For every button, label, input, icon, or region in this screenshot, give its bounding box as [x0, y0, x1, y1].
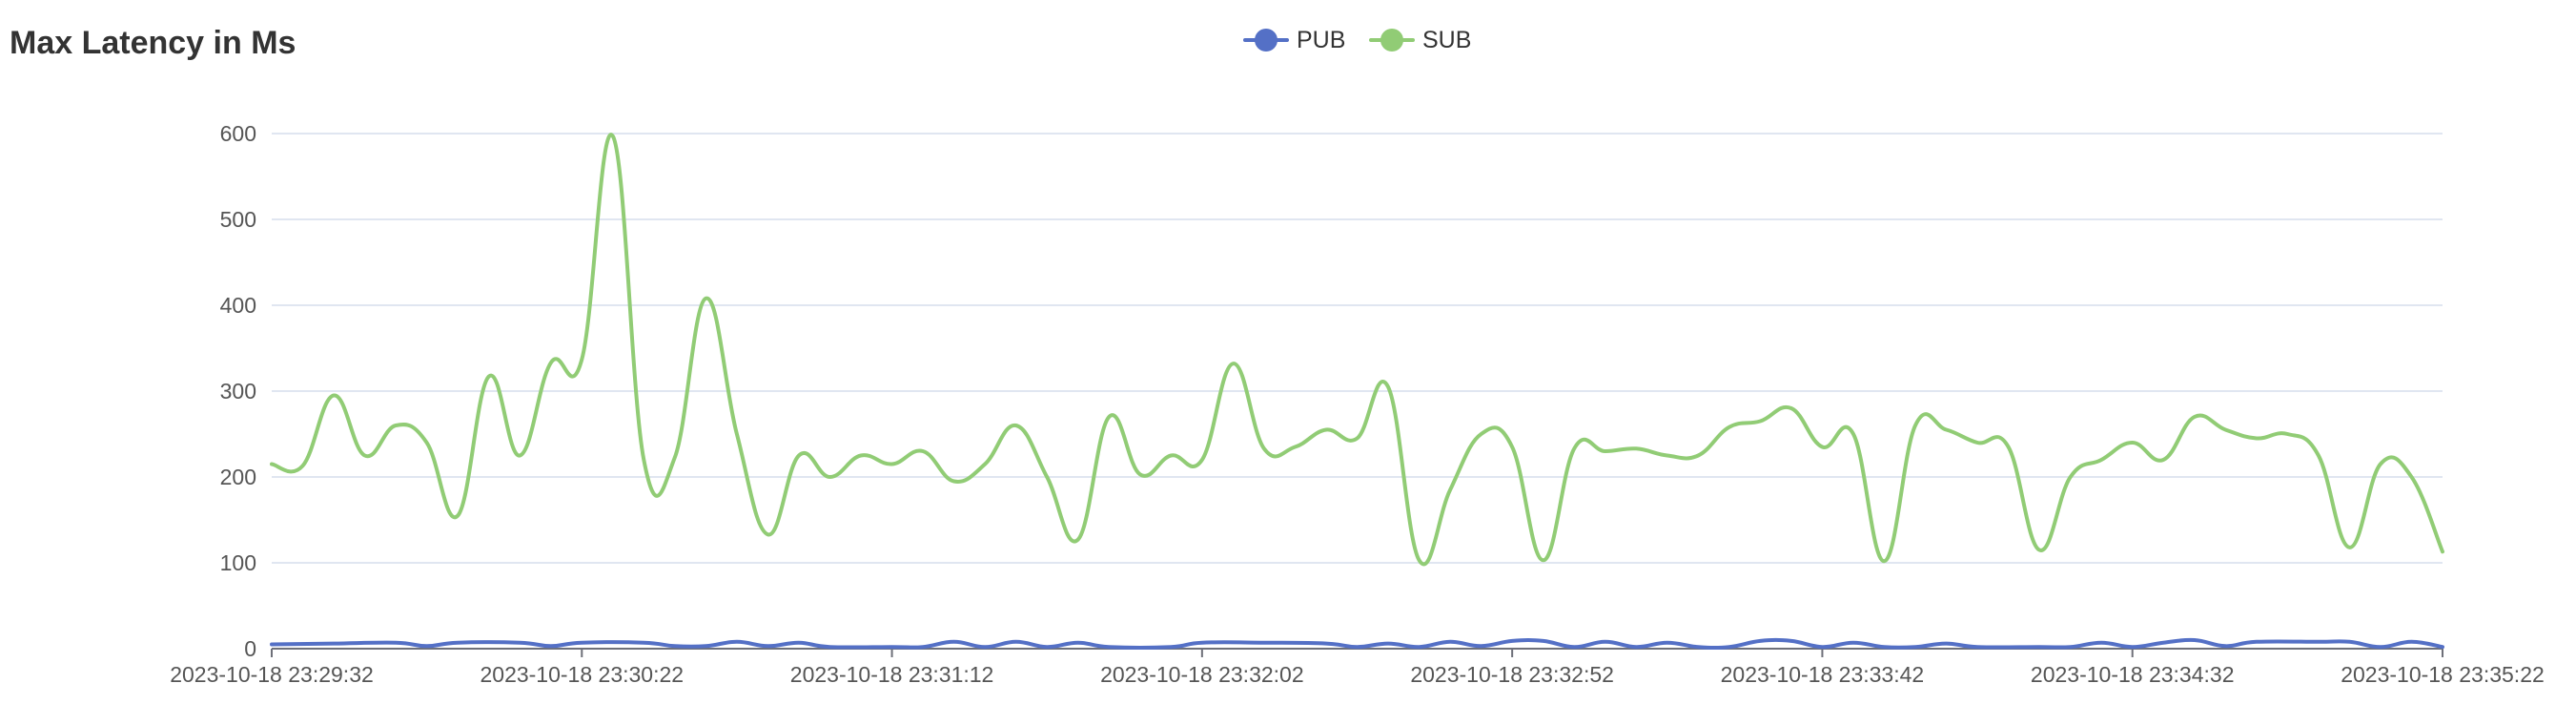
y-tick-label: 300	[220, 379, 256, 404]
y-tick-label: 200	[220, 465, 256, 489]
y-tick-label: 600	[220, 121, 256, 146]
x-tick-label: 2023-10-18 23:34:32	[2031, 662, 2235, 687]
y-tick-label: 0	[244, 636, 256, 661]
line-chart: 0 100 200 300 400 500 600 2023-10-18 23:29:32 20…	[170, 121, 2545, 687]
series-line-pub	[270, 637, 2444, 651]
x-tick-label: 2023-10-18 23:35:22	[2341, 662, 2545, 687]
y-tick-label: 100	[220, 550, 256, 575]
x-tick-label: 2023-10-18 23:33:42	[1721, 662, 1925, 687]
x-tick-label: 2023-10-18 23:31:12	[790, 662, 994, 687]
x-tick-label: 2023-10-18 23:32:52	[1410, 662, 1614, 687]
x-tick-label: 2023-10-18 23:32:02	[1100, 662, 1304, 687]
y-tick-label: 400	[220, 293, 256, 318]
x-tick-label: 2023-10-18 23:29:32	[170, 662, 374, 687]
x-tick-label: 2023-10-18 23:30:22	[480, 662, 684, 687]
y-tick-label: 500	[220, 207, 256, 232]
axes: 0 100 200 300 400 500 600 2023-10-18 23:29:32 20…	[170, 121, 2545, 687]
series-line-sub	[270, 133, 2444, 567]
grid-lines	[272, 133, 2443, 564]
